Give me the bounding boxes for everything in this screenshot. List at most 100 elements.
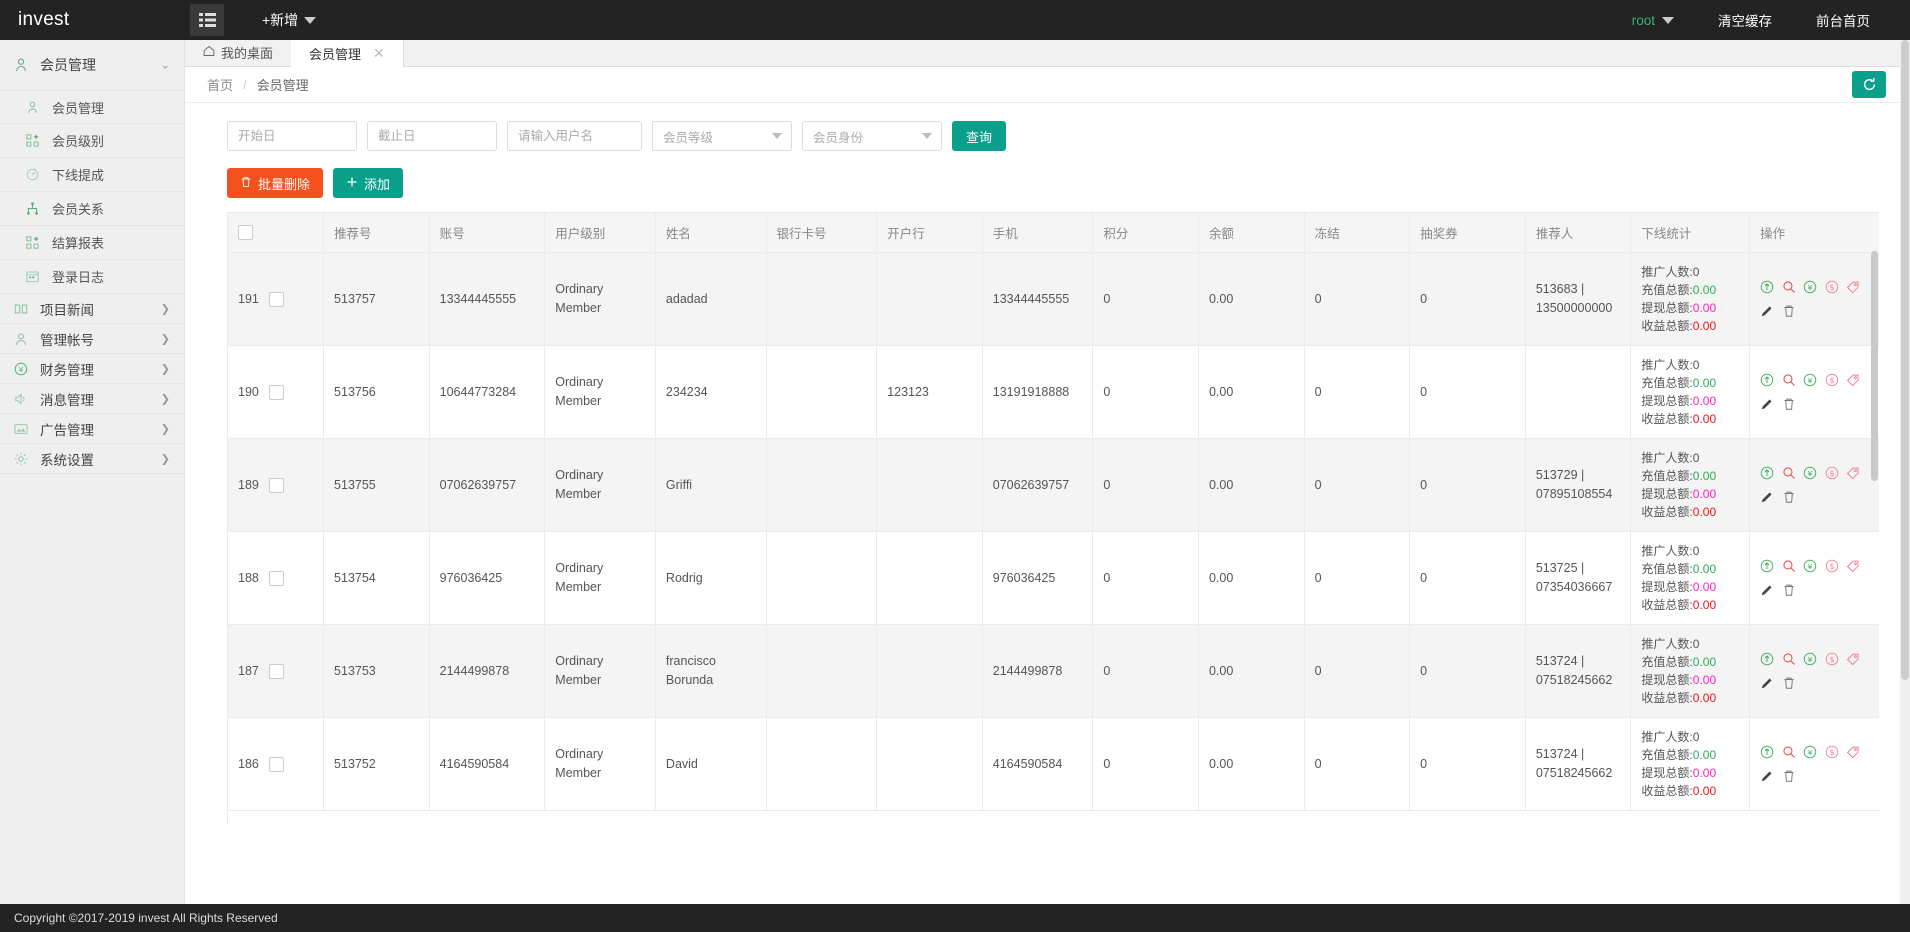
table-row[interactable]: 1875137532144499878Ordinary Memberfranci… bbox=[228, 625, 1879, 718]
cell-points: 0 bbox=[1093, 532, 1199, 625]
sidebar-item-settlement-report[interactable]: 结算报表 bbox=[0, 226, 184, 260]
cell-account: 976036425 bbox=[429, 532, 545, 625]
query-button[interactable]: 查询 bbox=[952, 121, 1006, 151]
sidebar-item-finance[interactable]: ¥ 财务管理 ❯ bbox=[0, 354, 184, 384]
yen-circle-icon: ¥ bbox=[14, 362, 36, 376]
cell-operations[interactable]: ¥ $ bbox=[1750, 532, 1879, 625]
end-date-input[interactable] bbox=[367, 121, 497, 151]
stat-promote: 推广人数:0 bbox=[1641, 263, 1739, 281]
cell-ref-no: 513754 bbox=[324, 532, 430, 625]
cell-ref-no: 513756 bbox=[324, 346, 430, 439]
home-icon bbox=[203, 45, 215, 60]
filter-bar: 会员等级 会员身份 查询 bbox=[207, 103, 1888, 151]
sidebar-group-member[interactable]: 会员管理 ⌄ bbox=[0, 40, 184, 90]
cell-points: 0 bbox=[1093, 439, 1199, 532]
page-scrollbar[interactable] bbox=[1900, 40, 1910, 904]
sidebar-item-project-news[interactable]: 项目新闻 ❯ bbox=[0, 294, 184, 324]
tag-icon bbox=[1846, 373, 1860, 387]
row-checkbox[interactable] bbox=[269, 571, 284, 586]
sidebar-item-admin-account[interactable]: 管理帐号 ❯ bbox=[0, 324, 184, 354]
chevron-right-icon: ❯ bbox=[161, 452, 170, 465]
cell-operations[interactable]: ¥ $ bbox=[1750, 346, 1879, 439]
arrow-up-circle-icon bbox=[1760, 745, 1774, 759]
cell-id: 187 bbox=[228, 625, 324, 718]
sidebar-item-downline-commission[interactable]: 下线提成 bbox=[0, 158, 184, 192]
th-ref-no: 推荐号 bbox=[324, 213, 430, 253]
table-vertical-scrollbar[interactable] bbox=[1871, 251, 1878, 481]
cell-ref-no: 513757 bbox=[324, 253, 430, 346]
front-home-link[interactable]: 前台首页 bbox=[1794, 0, 1892, 40]
sidebar-item-member-manage[interactable]: 会员管理 bbox=[0, 90, 184, 124]
pencil-icon bbox=[1760, 676, 1774, 690]
cell-operations[interactable]: ¥ $ bbox=[1750, 253, 1879, 346]
row-checkbox[interactable] bbox=[269, 757, 284, 772]
trash-icon bbox=[240, 176, 252, 191]
cell-name: francisco Borunda bbox=[655, 625, 766, 718]
row-id: 191 bbox=[238, 290, 259, 309]
start-date-input[interactable] bbox=[227, 121, 357, 151]
cell-name: adadad bbox=[655, 253, 766, 346]
sidebar-item-system-settings[interactable]: 系统设置 ❯ bbox=[0, 444, 184, 474]
add-button[interactable]: 添加 bbox=[333, 168, 403, 198]
arrow-up-circle-icon bbox=[1760, 652, 1774, 666]
menu-icon[interactable] bbox=[190, 4, 224, 36]
tag-icon bbox=[1846, 466, 1860, 480]
cell-operations[interactable]: ¥ $ bbox=[1750, 439, 1879, 532]
row-checkbox[interactable] bbox=[269, 292, 284, 307]
app-brand: invest bbox=[0, 0, 185, 40]
member-level-select[interactable]: 会员等级 bbox=[652, 121, 792, 151]
cell-level: Ordinary Member bbox=[545, 253, 656, 346]
tab-member-manage[interactable]: 会员管理 ✕ bbox=[291, 40, 404, 67]
svg-text:$: $ bbox=[1829, 469, 1834, 478]
sidebar-item-member-level[interactable]: 会员级别 bbox=[0, 124, 184, 158]
close-icon[interactable]: ✕ bbox=[373, 45, 385, 62]
arrow-up-circle-icon bbox=[1760, 466, 1774, 480]
gauge-icon bbox=[26, 168, 48, 181]
chevron-down-icon bbox=[922, 133, 932, 139]
batch-delete-button[interactable]: 批量删除 bbox=[227, 168, 323, 198]
add-new-dropdown[interactable]: +新增 bbox=[262, 10, 316, 30]
cell-frozen: 0 bbox=[1304, 253, 1410, 346]
username-input[interactable] bbox=[507, 121, 642, 151]
dollar-circle-icon: $ bbox=[1825, 466, 1839, 480]
sidebar-item-login-log[interactable]: 登录日志 bbox=[0, 260, 184, 294]
tab-my-desktop[interactable]: 我的桌面 bbox=[185, 39, 291, 66]
cell-balance: 0.00 bbox=[1198, 718, 1304, 811]
select-all-checkbox[interactable] bbox=[238, 225, 253, 240]
cell-phone: 976036425 bbox=[982, 532, 1093, 625]
yen-circle-icon: ¥ bbox=[1803, 559, 1817, 573]
page-scrollbar-thumb[interactable] bbox=[1901, 40, 1909, 680]
add-new-label: +新增 bbox=[262, 10, 298, 30]
sidebar-item-message[interactable]: 消息管理 ❯ bbox=[0, 384, 184, 414]
cell-balance: 0.00 bbox=[1198, 532, 1304, 625]
sidebar-item-advertisement[interactable]: 广告管理 ❯ bbox=[0, 414, 184, 444]
batch-delete-label: 批量删除 bbox=[258, 174, 310, 193]
breadcrumb-separator: / bbox=[243, 77, 247, 92]
table-row[interactable]: 1865137524164590584Ordinary MemberDavid4… bbox=[228, 718, 1879, 811]
user-menu[interactable]: root bbox=[1610, 0, 1696, 40]
table-row[interactable]: 18951375507062639757Ordinary MemberGriff… bbox=[228, 439, 1879, 532]
cell-phone: 07062639757 bbox=[982, 439, 1093, 532]
table-row[interactable]: 188513754976036425Ordinary MemberRodrig9… bbox=[228, 532, 1879, 625]
cell-level: Ordinary Member bbox=[545, 439, 656, 532]
cell-downline-stats: 推广人数:0充值总额:0.00提现总额:0.00收益总额:0.00 bbox=[1631, 346, 1750, 439]
table-row[interactable]: 191 51375713344445555Ordinary Memberadada… bbox=[228, 253, 1879, 346]
breadcrumb-home[interactable]: 首页 bbox=[207, 75, 233, 94]
clear-cache-button[interactable]: 清空缓存 bbox=[1696, 0, 1794, 40]
member-identity-select[interactable]: 会员身份 bbox=[802, 121, 942, 151]
cell-operations[interactable]: ¥ $ bbox=[1750, 718, 1879, 811]
chevron-right-icon: ❯ bbox=[161, 302, 170, 315]
sidebar-group-label: 会员管理 bbox=[36, 55, 96, 75]
cell-downline-stats: 推广人数:0充值总额:0.00提现总额:0.00收益总额:0.00 bbox=[1631, 625, 1750, 718]
table-row[interactable]: 19051375610644773284Ordinary Member23423… bbox=[228, 346, 1879, 439]
row-checkbox[interactable] bbox=[269, 478, 284, 493]
refresh-icon[interactable] bbox=[1852, 71, 1886, 98]
sidebar-item-member-relation[interactable]: 会员关系 bbox=[0, 192, 184, 226]
cell-frozen: 0 bbox=[1304, 439, 1410, 532]
cell-level: Ordinary Member bbox=[545, 718, 656, 811]
row-checkbox[interactable] bbox=[269, 385, 284, 400]
cell-operations[interactable]: ¥ $ bbox=[1750, 625, 1879, 718]
row-checkbox[interactable] bbox=[269, 664, 284, 679]
stat-withdraw: 提现总额:0.00 bbox=[1641, 764, 1739, 782]
cell-account: 13344445555 bbox=[429, 253, 545, 346]
